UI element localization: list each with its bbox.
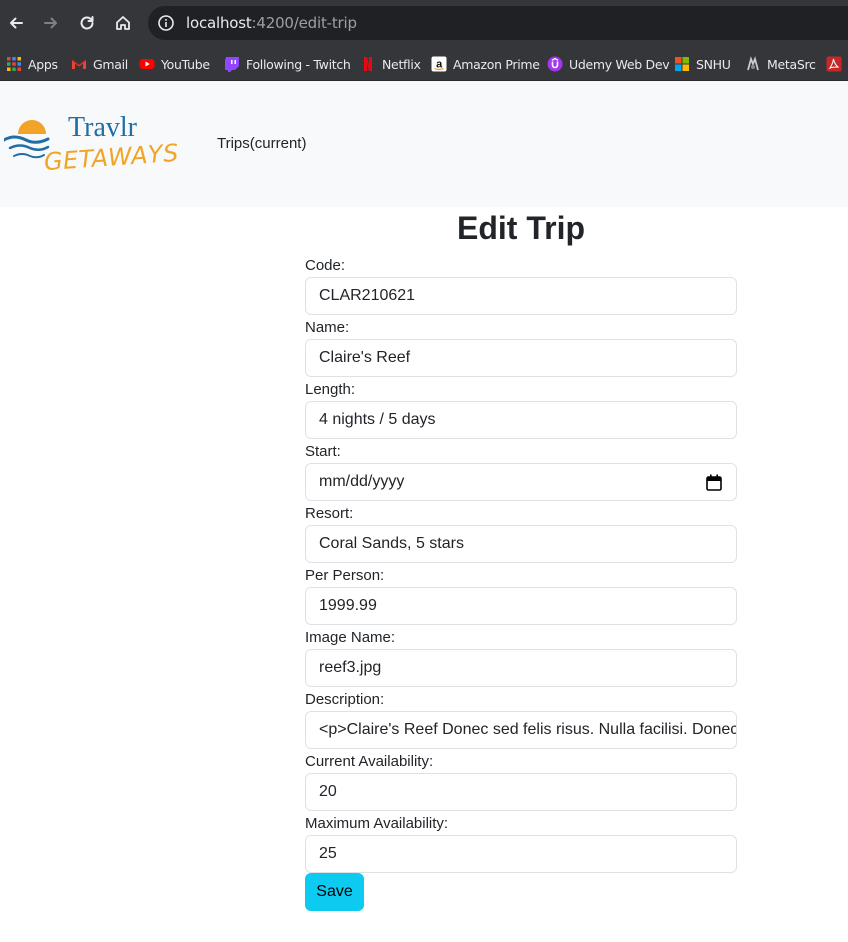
bookmark-label: MetaSrc — [767, 56, 816, 72]
resort-input[interactable]: Coral Sands, 5 stars — [305, 525, 737, 563]
page-title: Edit Trip — [457, 210, 585, 246]
description-input[interactable]: <p>Claire's Reef Donec sed felis risus. … — [305, 711, 737, 749]
current-availability-label: Current Availability: — [305, 753, 434, 770]
reload-icon[interactable] — [74, 10, 100, 36]
bookmark-metasrc[interactable]: MetaSrc — [745, 53, 816, 75]
per-person-label: Per Person: — [305, 567, 385, 584]
site-info-icon[interactable] — [157, 14, 175, 32]
start-label: Start: — [305, 443, 341, 460]
bookmark-apps[interactable]: Apps — [6, 53, 58, 75]
name-value: Claire's Reef — [319, 349, 411, 366]
image-name-label: Image Name: — [305, 629, 396, 646]
resort-label: Resort: — [305, 505, 354, 522]
bookmark-gmail[interactable]: Gmail — [71, 53, 128, 75]
bookmark-amazon-prime[interactable]: a Amazon Prime — [431, 53, 540, 75]
gmail-icon — [71, 56, 87, 72]
name-label: Name: — [305, 319, 350, 336]
travlr-getaways-logo[interactable]: Travlr GETAWAYS — [4, 110, 186, 174]
code-label: Code: — [305, 257, 346, 274]
bookmark-label: Netflix — [382, 56, 421, 72]
bookmark-pdf[interactable] — [826, 53, 842, 75]
resort-value: Coral Sands, 5 stars — [319, 535, 464, 552]
maximum-availability-input[interactable]: 25 — [305, 835, 737, 873]
svg-text:GETAWAYS: GETAWAYS — [43, 139, 180, 174]
metasrc-icon — [745, 56, 761, 72]
image-name-input[interactable]: reef3.jpg — [305, 649, 737, 687]
amazon-icon: a — [431, 56, 447, 72]
bookmark-snhu[interactable]: SNHU — [674, 53, 731, 75]
forward-icon[interactable] — [38, 10, 64, 36]
sun-icon — [18, 120, 46, 134]
bookmark-label: Gmail — [93, 56, 128, 72]
start-value: mm/dd/yyyy — [319, 473, 405, 490]
bookmark-youtube[interactable]: YouTube — [139, 53, 210, 75]
maximum-availability-label: Maximum Availability: — [305, 815, 449, 832]
name-input[interactable]: Claire's Reef — [305, 339, 737, 377]
home-icon[interactable] — [110, 10, 136, 36]
microsoft-icon — [674, 56, 690, 72]
back-icon[interactable] — [3, 10, 29, 36]
length-label: Length: — [305, 381, 356, 398]
length-value: 4 nights / 5 days — [319, 411, 436, 428]
twitch-icon — [224, 56, 240, 72]
bookmarks-bar: Apps Gmail YouTube Following - Twitch Ne… — [0, 46, 848, 81]
length-input[interactable]: 4 nights / 5 days — [305, 401, 737, 439]
apps-grid-icon — [6, 56, 22, 72]
bookmark-label: YouTube — [161, 56, 210, 72]
description-value: <p>Claire's Reef Donec sed felis risus. … — [319, 721, 737, 738]
bookmark-label: SNHU — [696, 56, 731, 72]
netflix-icon — [360, 56, 376, 72]
address-bar[interactable]: localhost:4200/edit-trip — [148, 6, 848, 40]
address-url[interactable]: localhost:4200/edit-trip — [186, 14, 357, 32]
udemy-icon — [547, 56, 563, 72]
youtube-icon — [139, 56, 155, 72]
code-value: CLAR210621 — [319, 287, 416, 304]
svg-text:Travlr: Travlr — [68, 112, 138, 143]
bookmark-twitch[interactable]: Following - Twitch — [224, 53, 351, 75]
nav-link-trips[interactable]: Trips(current) — [217, 135, 306, 152]
description-label: Description: — [305, 691, 385, 708]
bookmark-label: Apps — [28, 56, 58, 72]
pdf-icon — [826, 56, 842, 72]
start-date-input[interactable]: mm/dd/yyyy — [305, 463, 737, 501]
bookmark-label: Udemy Web Dev — [569, 56, 670, 72]
per-person-input[interactable]: 1999.99 — [305, 587, 737, 625]
current-availability-input[interactable]: 20 — [305, 773, 737, 811]
image-name-value: reef3.jpg — [319, 659, 382, 676]
bookmark-label: Amazon Prime — [453, 56, 540, 72]
maximum-availability-value: 25 — [319, 845, 337, 862]
bookmark-udemy[interactable]: Udemy Web Dev — [547, 53, 670, 75]
code-input[interactable]: CLAR210621 — [305, 277, 737, 315]
per-person-value: 1999.99 — [319, 597, 377, 614]
save-button[interactable]: Save — [305, 873, 364, 911]
current-availability-value: 20 — [319, 783, 337, 800]
browser-toolbar: localhost:4200/edit-trip — [0, 0, 848, 46]
calendar-icon[interactable] — [706, 474, 722, 491]
bookmark-netflix[interactable]: Netflix — [360, 53, 421, 75]
bookmark-label: Following - Twitch — [246, 56, 351, 72]
